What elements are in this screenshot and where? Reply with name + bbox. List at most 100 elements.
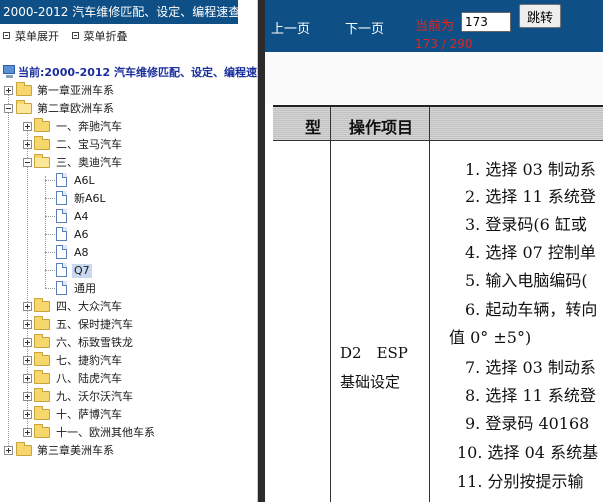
- tree-item-label: 第一章亚洲车系: [37, 84, 114, 97]
- expand-toggle-icon[interactable]: [23, 140, 32, 149]
- step-line: 10. 选择 04 系统基: [457, 443, 599, 462]
- folder-open-icon: [34, 154, 50, 168]
- table-divider: [330, 107, 331, 502]
- tree-item-new-a6l[interactable]: 新A6L: [0, 190, 257, 208]
- step-line: 9. 登录码 40168: [465, 414, 590, 433]
- step-line: 11. 分别按提示输: [457, 472, 584, 491]
- document-icon: [56, 263, 67, 277]
- expand-toggle-icon[interactable]: [23, 356, 32, 365]
- tree-item-label: 四、大众汽车: [56, 300, 122, 313]
- tree-item-label: 五、保时捷汽车: [56, 318, 133, 331]
- document-icon: [56, 281, 67, 295]
- tree-item-psa[interactable]: 六、标致雪铁龙: [0, 334, 257, 352]
- folder-icon: [34, 388, 50, 402]
- document-icon: [56, 173, 67, 187]
- current-page-label: 当前为: [415, 19, 455, 34]
- step-line: 1. 选择 03 制动系: [465, 160, 596, 179]
- expand-toggle-icon[interactable]: [23, 320, 32, 329]
- tree-item-label: A8: [74, 246, 89, 259]
- tree-item-chapter-europe[interactable]: 第二章欧洲车系: [0, 100, 257, 118]
- tree-item-label: 十、萨博汽车: [56, 408, 122, 421]
- tree-item-label: 八、陆虎汽车: [56, 372, 122, 385]
- expand-toggle-icon[interactable]: [23, 410, 32, 419]
- operation-name: 基础设定: [340, 373, 401, 391]
- computer-icon: [3, 65, 15, 79]
- expand-toggle-icon[interactable]: [23, 338, 32, 347]
- table-divider: [429, 141, 430, 502]
- document-icon: [56, 227, 67, 241]
- table-divider: [429, 107, 430, 141]
- tree-item-a6l[interactable]: A6L: [0, 172, 257, 190]
- tree-item-a8[interactable]: A8: [0, 244, 257, 262]
- tree-item-jaguar[interactable]: 七、捷豹汽车: [0, 352, 257, 370]
- tree-item-general[interactable]: 通用: [0, 280, 257, 298]
- header-operation: 操作项目: [349, 118, 414, 137]
- step-line: 5. 输入电脑编码(: [465, 271, 588, 290]
- expand-toggle-icon[interactable]: [4, 86, 13, 95]
- tree-item-label: Q7: [72, 264, 92, 278]
- tree-item-label: 二、宝马汽车: [56, 138, 122, 151]
- folder-icon: [34, 424, 50, 438]
- tree-root-label: 当前:2000-2012 汽车维修匹配、设定、编程速查: [18, 66, 258, 79]
- tree-item-benz[interactable]: 一、奔驰汽车: [0, 118, 257, 136]
- folder-icon: [34, 406, 50, 420]
- tree-item-label: 第二章欧洲车系: [37, 102, 114, 115]
- tree-item-label: 十一、欧洲其他车系: [56, 426, 155, 439]
- jump-button[interactable]: 跳转: [519, 4, 561, 28]
- collapse-toggle-icon[interactable]: [23, 158, 32, 167]
- tree-item-eu-other[interactable]: 十一、欧洲其他车系: [0, 424, 257, 442]
- tree-item-bmw[interactable]: 二、宝马汽车: [0, 136, 257, 154]
- tree-item-a4[interactable]: A4: [0, 208, 257, 226]
- expand-toggle-icon[interactable]: [23, 428, 32, 437]
- page-nav-bar: 上一页 下一页 当前为 跳转 173 / 290: [265, 0, 603, 52]
- tree-item-chapter-america[interactable]: 第三章美洲车系: [0, 442, 257, 460]
- operation-name: D2 ESP: [340, 344, 408, 362]
- tree-item-label: 三、奥迪汽车: [56, 156, 122, 169]
- document-page: 型 操作项目 D2 ESP 基础设定 1. 选择 03 制动系 2. 选择 11…: [265, 52, 603, 502]
- document-icon: [56, 209, 67, 223]
- tree-item-a6[interactable]: A6: [0, 226, 257, 244]
- folder-icon: [16, 82, 32, 96]
- expand-toggle-icon[interactable]: [4, 446, 13, 455]
- document-icon: [56, 245, 67, 259]
- step-line: 3. 登录码(6 缸或: [465, 215, 587, 234]
- collapse-icon: [71, 32, 79, 39]
- tree-root[interactable]: 当前:2000-2012 汽车维修匹配、设定、编程速查: [0, 64, 258, 82]
- sidebar: 2000-2012 汽车维修匹配、设定、编程速查 菜单展开 菜单折叠 当前:20…: [0, 0, 258, 502]
- folder-open-icon: [16, 100, 32, 114]
- tree-item-vw[interactable]: 四、大众汽车: [0, 298, 257, 316]
- tree-item-label: 一、奔驰汽车: [56, 120, 122, 133]
- step-line: 6. 起动车辆，转向: [465, 300, 598, 319]
- table-header: [273, 107, 603, 141]
- header-type: 型: [305, 118, 322, 137]
- tree-item-label: 六、标致雪铁龙: [56, 336, 133, 349]
- prev-page-link[interactable]: 上一页: [271, 18, 310, 37]
- tree-item-label: A6L: [74, 174, 95, 187]
- collapse-menu-label: 菜单折叠: [83, 30, 128, 43]
- collapse-menu-button[interactable]: 菜单折叠: [71, 28, 128, 44]
- expand-toggle-icon[interactable]: [23, 374, 32, 383]
- tree-item-label: 九、沃尔沃汽车: [56, 390, 133, 403]
- folder-icon: [34, 118, 50, 132]
- tree-item-chapter-asia[interactable]: 第一章亚洲车系: [0, 82, 257, 100]
- expand-menu-button[interactable]: 菜单展开: [3, 28, 59, 44]
- tree-item-q7[interactable]: Q7: [0, 262, 257, 280]
- expand-toggle-icon[interactable]: [23, 122, 32, 131]
- tree-item-audi[interactable]: 三、奥迪汽车: [0, 154, 257, 172]
- expand-toggle-icon[interactable]: [23, 302, 32, 311]
- next-page-link[interactable]: 下一页: [345, 18, 384, 37]
- tree-item-saab[interactable]: 十、萨博汽车: [0, 406, 257, 424]
- page-count: 173 / 290: [415, 37, 473, 51]
- folder-icon: [34, 352, 50, 366]
- expand-icon: [3, 32, 10, 39]
- nav-tree: 当前:2000-2012 汽车维修匹配、设定、编程速查 第一章亚洲车系 第二章欧…: [0, 64, 258, 460]
- menu-bar: 菜单展开 菜单折叠: [0, 28, 134, 44]
- tree-item-landrover[interactable]: 八、陆虎汽车: [0, 370, 257, 388]
- step-line: 4. 选择 07 控制单: [465, 243, 596, 262]
- tree-item-volvo[interactable]: 九、沃尔沃汽车: [0, 388, 257, 406]
- collapse-toggle-icon[interactable]: [4, 104, 13, 113]
- expand-toggle-icon[interactable]: [23, 392, 32, 401]
- tree-item-porsche[interactable]: 五、保时捷汽车: [0, 316, 257, 334]
- viewer-pane: 上一页 下一页 当前为 跳转 173 / 290 型 操作项目 D2 ESP 基…: [258, 0, 603, 502]
- page-number-input[interactable]: [461, 12, 511, 32]
